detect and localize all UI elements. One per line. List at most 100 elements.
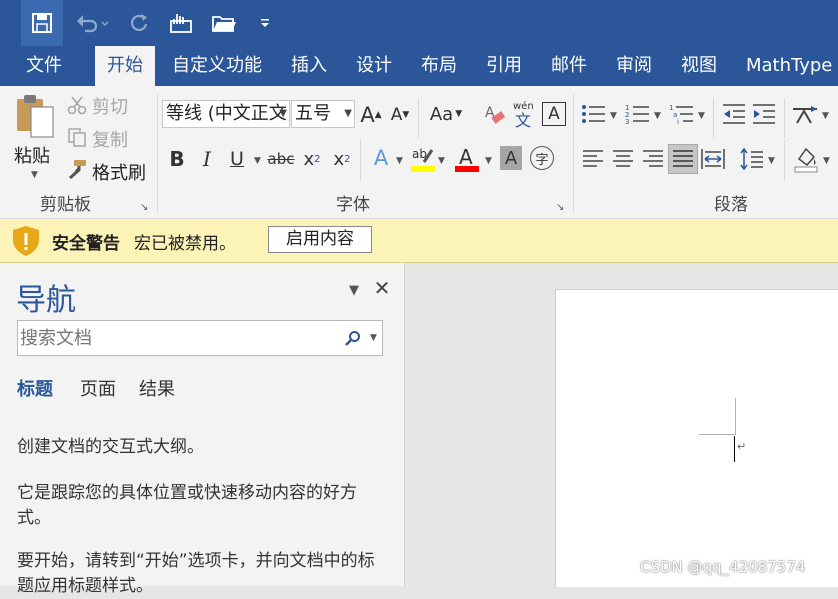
save-icon[interactable] bbox=[21, 0, 63, 46]
font-name-combo[interactable]: 等线 (中文正文 ▼ bbox=[162, 100, 290, 128]
search-icon[interactable] bbox=[344, 329, 362, 347]
character-shading-icon[interactable]: A bbox=[500, 146, 522, 170]
font-color-icon[interactable]: A bbox=[454, 144, 480, 174]
clipboard-launcher-icon[interactable]: ↘ bbox=[140, 202, 148, 213]
chinese-layout-dropdown-icon[interactable]: ▼ bbox=[822, 111, 829, 121]
numbering-dropdown-icon[interactable]: ▼ bbox=[654, 111, 661, 121]
customize-icon[interactable] bbox=[254, 0, 276, 46]
tab-mailings[interactable]: 邮件 bbox=[542, 46, 596, 86]
svg-text:A: A bbox=[459, 145, 473, 169]
pane-options-icon[interactable]: ▼ bbox=[349, 283, 359, 298]
font-name-value: 等线 (中文正文 bbox=[166, 103, 287, 124]
nav-tab-pages[interactable]: 页面 bbox=[80, 375, 116, 401]
highlight-icon[interactable]: ab bbox=[410, 144, 436, 174]
enable-content-button[interactable]: 启用内容 bbox=[268, 226, 372, 253]
subscript-icon[interactable]: x2 bbox=[300, 146, 324, 172]
grow-font-icon[interactable]: A ▲ bbox=[359, 101, 383, 129]
format-painter-icon[interactable] bbox=[64, 158, 88, 182]
decrease-indent-icon[interactable] bbox=[720, 102, 748, 126]
align-center-icon[interactable] bbox=[610, 146, 636, 172]
open-folder-icon[interactable] bbox=[208, 0, 240, 46]
line-spacing-icon[interactable] bbox=[738, 146, 766, 172]
multilevel-list-icon[interactable]: 1ai bbox=[668, 102, 696, 126]
align-right-icon[interactable] bbox=[640, 146, 666, 172]
phonetic-guide-icon[interactable]: wén 文 bbox=[510, 98, 538, 130]
change-case-icon[interactable]: Aa ▼ bbox=[426, 100, 466, 128]
superscript-icon[interactable]: x2 bbox=[330, 146, 354, 172]
font-group-label: 字体 bbox=[336, 195, 370, 215]
cut-label[interactable]: 剪切 bbox=[92, 93, 128, 119]
justify-icon[interactable] bbox=[668, 144, 698, 174]
nav-title: 导航 bbox=[16, 283, 76, 318]
text-effects-icon[interactable]: A bbox=[368, 144, 394, 172]
tab-review[interactable]: 审阅 bbox=[607, 46, 661, 86]
ribbon-tab-bar: 文件 开始 自定义功能 插入 设计 布局 引用 邮件 审阅 视图 MathTyp… bbox=[0, 46, 838, 86]
chevron-down-icon: ▼ bbox=[279, 108, 287, 119]
text-cursor bbox=[734, 436, 735, 462]
copy-label[interactable]: 复制 bbox=[92, 126, 128, 152]
tab-references[interactable]: 引用 bbox=[477, 46, 531, 86]
undo-icon[interactable] bbox=[70, 0, 114, 46]
separator bbox=[573, 94, 574, 212]
paste-dropdown-icon[interactable]: ▼ bbox=[31, 170, 38, 180]
tab-design[interactable]: 设计 bbox=[347, 46, 401, 86]
search-dropdown-icon[interactable]: ▼ bbox=[370, 333, 377, 343]
strikethrough-icon[interactable]: abc bbox=[266, 146, 296, 172]
italic-icon[interactable]: I bbox=[196, 146, 218, 172]
multilevel-dropdown-icon[interactable]: ▼ bbox=[698, 111, 705, 121]
underline-icon[interactable]: U bbox=[226, 146, 248, 172]
clear-formatting-icon[interactable]: A bbox=[482, 100, 508, 128]
tab-file[interactable]: 文件 bbox=[14, 46, 74, 86]
chinese-layout-icon[interactable] bbox=[790, 102, 820, 126]
clipboard-group-label: 剪贴板 bbox=[40, 195, 91, 215]
shading-dropdown-icon[interactable]: ▼ bbox=[823, 156, 830, 166]
shrink-font-icon[interactable]: A ▼ bbox=[388, 101, 412, 129]
increase-indent-icon[interactable] bbox=[750, 102, 778, 126]
tab-layout[interactable]: 布局 bbox=[412, 46, 466, 86]
enclose-characters-icon[interactable]: 字 bbox=[530, 146, 554, 170]
align-left-icon[interactable] bbox=[580, 146, 606, 172]
tab-home[interactable]: 开始 bbox=[95, 46, 155, 86]
tab-insert[interactable]: 插入 bbox=[282, 46, 336, 86]
character-border-icon[interactable]: A bbox=[542, 102, 566, 126]
tab-view[interactable]: 视图 bbox=[672, 46, 726, 86]
shield-icon bbox=[10, 224, 42, 258]
search-input[interactable] bbox=[18, 321, 338, 355]
underline-dropdown-icon[interactable]: ▼ bbox=[254, 156, 261, 166]
bold-icon[interactable]: B bbox=[166, 146, 188, 172]
margin-marker bbox=[699, 398, 736, 435]
cut-icon[interactable] bbox=[66, 94, 88, 116]
tab-mathtype[interactable]: MathType bbox=[741, 46, 838, 86]
shading-icon[interactable] bbox=[792, 144, 820, 174]
separator bbox=[784, 140, 785, 180]
paste-icon[interactable] bbox=[12, 92, 58, 142]
bullets-icon[interactable] bbox=[580, 102, 608, 126]
separator bbox=[157, 94, 158, 212]
paste-label[interactable]: 粘贴 bbox=[14, 142, 50, 168]
svg-text:文: 文 bbox=[515, 111, 531, 129]
line-spacing-dropdown-icon[interactable]: ▼ bbox=[768, 156, 775, 166]
tab-custom[interactable]: 自定义功能 bbox=[166, 46, 268, 86]
font-launcher-icon[interactable]: ↘ bbox=[556, 202, 564, 213]
distributed-icon[interactable] bbox=[700, 146, 726, 172]
nav-text-3: 要开始，请转到“开始”选项卡，并向文档中的标题应用标题样式。 bbox=[17, 551, 375, 596]
document-page[interactable]: ↵ bbox=[555, 289, 838, 587]
text-effects-dropdown-icon[interactable]: ▼ bbox=[396, 156, 403, 166]
close-icon[interactable]: ✕ bbox=[372, 276, 392, 300]
font-color-dropdown-icon[interactable]: ▼ bbox=[485, 156, 492, 166]
font-size-combo[interactable]: 五号 ▼ bbox=[291, 100, 355, 128]
format-painter-label[interactable]: 格式刷 bbox=[92, 159, 146, 185]
separator bbox=[418, 98, 419, 138]
chevron-down-icon: ▼ bbox=[344, 108, 352, 119]
nav-tab-results[interactable]: 结果 bbox=[139, 375, 175, 401]
bullets-dropdown-icon[interactable]: ▼ bbox=[610, 111, 617, 121]
redo-icon[interactable] bbox=[124, 0, 154, 46]
nav-tab-headings[interactable]: 标题 bbox=[17, 375, 53, 401]
svg-text:i: i bbox=[677, 118, 679, 125]
svg-text:3: 3 bbox=[625, 118, 629, 125]
highlight-dropdown-icon[interactable]: ▼ bbox=[438, 156, 445, 166]
search-box[interactable]: ▼ bbox=[17, 320, 383, 356]
copy-icon[interactable] bbox=[66, 126, 88, 148]
touch-mode-icon[interactable] bbox=[166, 0, 196, 46]
numbering-icon[interactable]: 123 bbox=[624, 102, 652, 126]
